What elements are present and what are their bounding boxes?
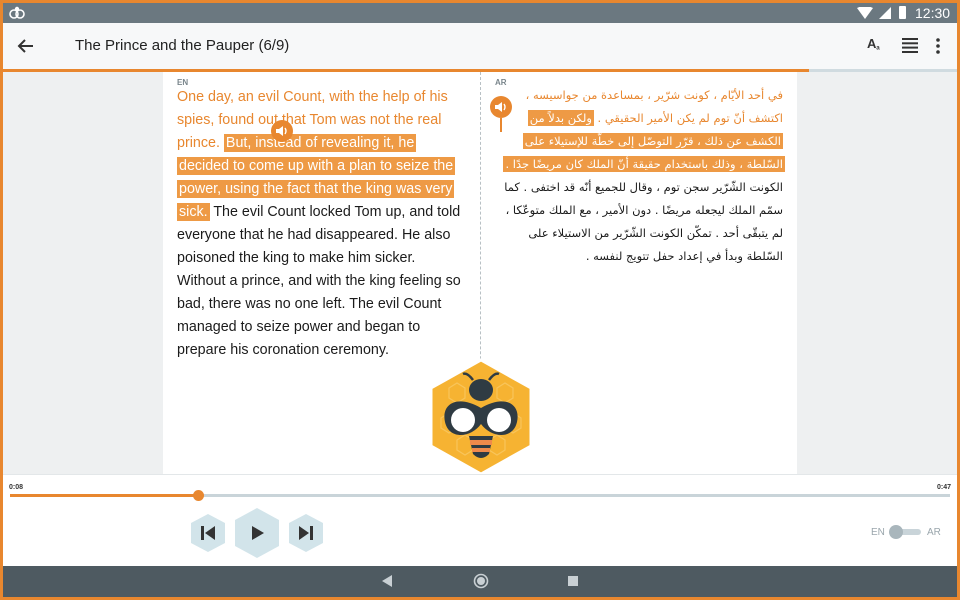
app-bar: The Prince and the Pauper (6/9) Aᵃ bbox=[3, 23, 957, 69]
seek-bar-fill bbox=[10, 494, 198, 497]
font-size-icon: A bbox=[867, 36, 877, 51]
status-bar: 12:30 bbox=[3, 3, 957, 23]
bee-logo-icon bbox=[429, 358, 533, 476]
speaker-icon[interactable] bbox=[490, 96, 512, 118]
nav-back-icon[interactable] bbox=[381, 574, 393, 588]
speaker-icon[interactable] bbox=[271, 120, 293, 142]
seek-handle[interactable] bbox=[193, 490, 204, 501]
font-size-button[interactable]: Aᵃ bbox=[867, 36, 880, 57]
arabic-upcoming-text[interactable]: الكونت الشّرّير سجن توم ، وقال للجميع أن… bbox=[504, 180, 783, 263]
page-title: The Prince and the Pauper (6/9) bbox=[75, 37, 290, 54]
skip-next-button[interactable] bbox=[288, 513, 324, 553]
speaker-stem bbox=[500, 118, 502, 132]
font-size-icon-sub: ᵃ bbox=[876, 43, 880, 54]
nav-home-icon[interactable] bbox=[473, 573, 489, 589]
battery-icon bbox=[899, 6, 906, 19]
toggle-label-en: EN bbox=[871, 527, 885, 538]
app-notification-icon bbox=[9, 6, 25, 19]
skip-previous-button[interactable] bbox=[190, 513, 226, 553]
app-frame: 12:30 The Prince and the Pauper (6/9) Aᵃ… bbox=[3, 3, 957, 597]
more-vert-icon[interactable] bbox=[935, 37, 941, 55]
arrow-back-icon[interactable] bbox=[15, 35, 37, 57]
status-time: 12:30 bbox=[915, 5, 951, 21]
toggle-label-ar: AR bbox=[927, 527, 941, 538]
elapsed-time: 0:08 bbox=[9, 484, 24, 491]
cellular-icon bbox=[879, 7, 891, 19]
english-text[interactable]: One day, an evil Count, with the help of… bbox=[177, 86, 463, 362]
language-toggle[interactable] bbox=[889, 525, 921, 539]
system-nav-bar bbox=[3, 566, 957, 597]
english-upcoming-text[interactable]: The evil Count locked Tom up, and told e… bbox=[177, 204, 461, 358]
arabic-text[interactable]: في أحد الأيّام ، كونت شرّير ، بمساعدة من… bbox=[501, 84, 785, 268]
seek-bar[interactable] bbox=[10, 490, 950, 501]
audio-player: 0:08 0:47 EN AR bbox=[3, 474, 957, 567]
language-toggle-thumb[interactable] bbox=[889, 525, 903, 539]
total-time: 0:47 bbox=[937, 484, 952, 491]
nav-recents-icon[interactable] bbox=[567, 575, 579, 587]
reader-area: EN AR One day, an evil Count, with the h… bbox=[3, 72, 957, 476]
play-button[interactable] bbox=[234, 507, 280, 559]
text-lines-icon[interactable] bbox=[902, 38, 918, 53]
wifi-icon bbox=[857, 7, 873, 19]
